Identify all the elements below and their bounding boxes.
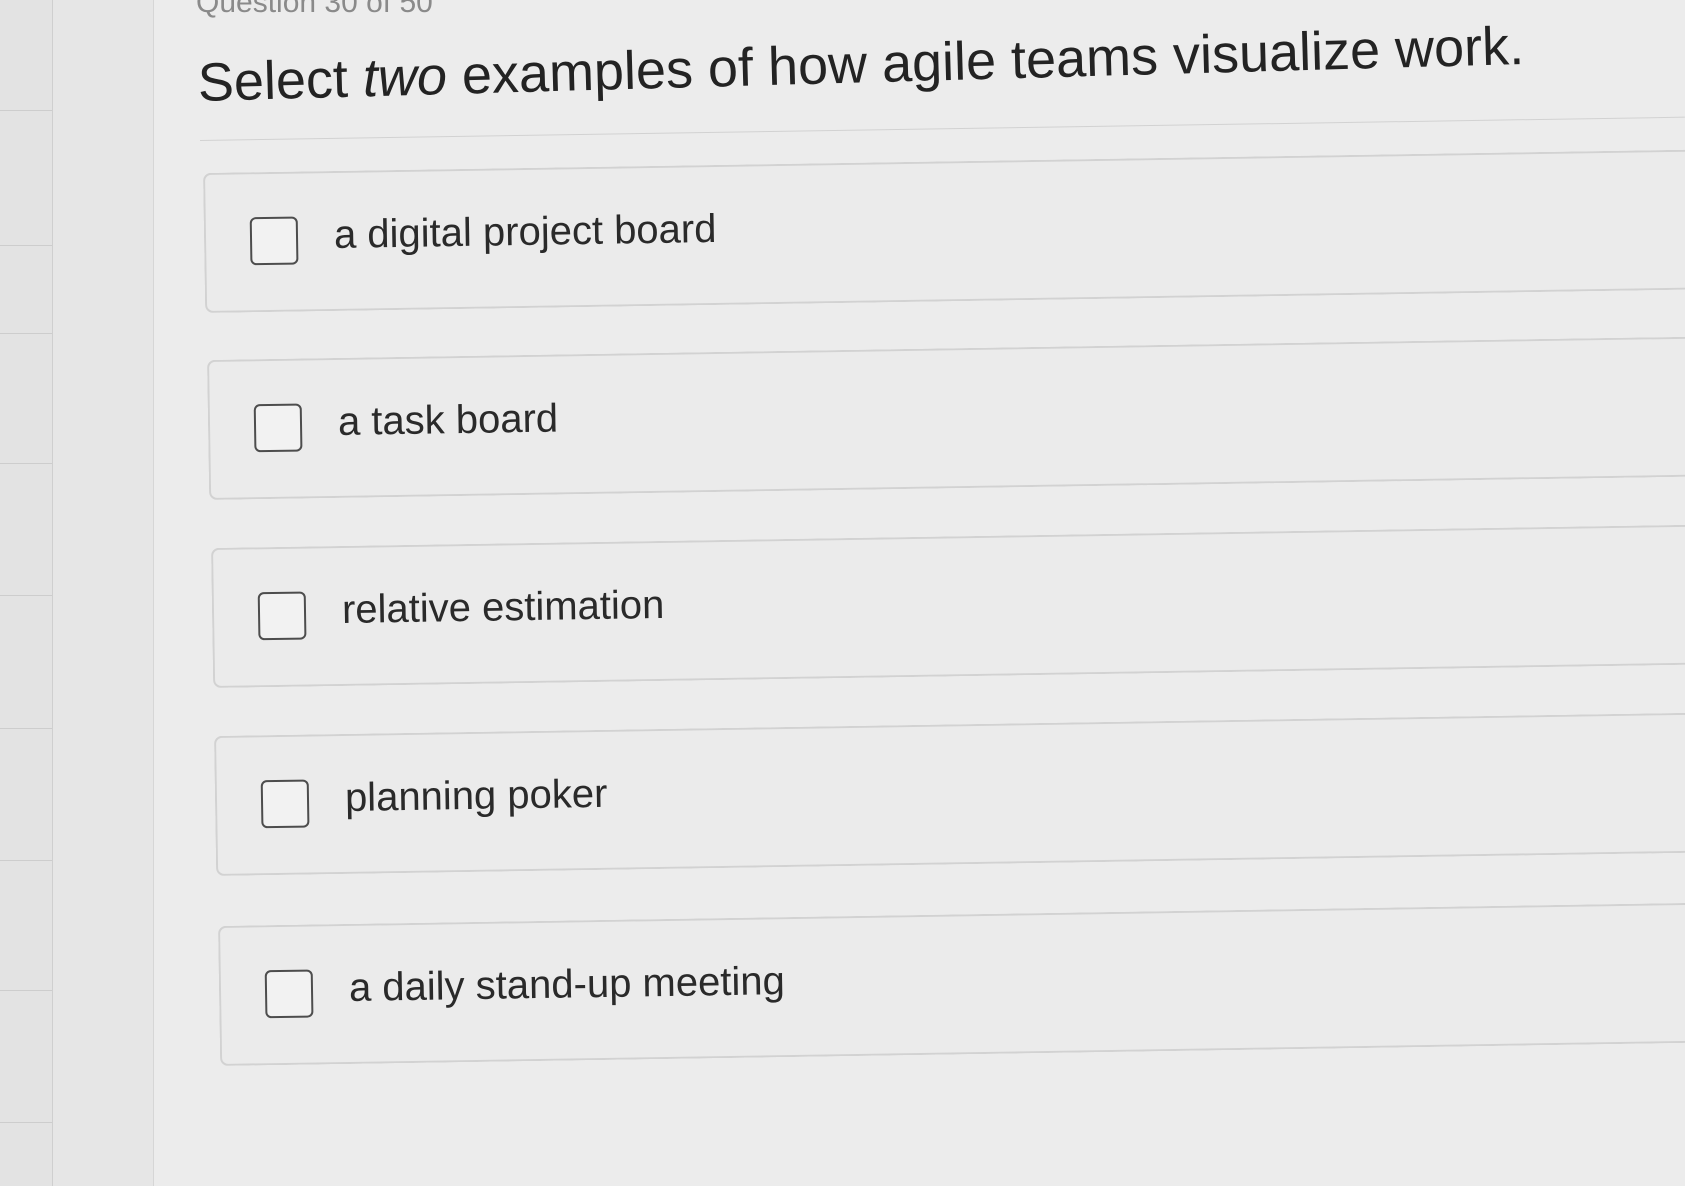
question-text-start: Select xyxy=(197,48,364,113)
option-digital-project-board[interactable]: a digital project board xyxy=(203,149,1685,313)
checkbox[interactable] xyxy=(264,969,314,1019)
question-counter: Question 30 of 50 xyxy=(196,0,433,19)
option-relative-estimation[interactable]: relative estimation xyxy=(211,524,1685,688)
option-label: planning poker xyxy=(344,771,608,820)
checkbox[interactable] xyxy=(257,591,307,641)
question-emphasis: two xyxy=(362,46,448,109)
option-label: a daily stand-up meeting xyxy=(348,959,786,1010)
panel-divider xyxy=(0,860,52,861)
panel-divider xyxy=(0,990,52,991)
side-gutter xyxy=(53,0,154,1186)
option-label: a task board xyxy=(337,396,559,444)
option-daily-stand-up-meeting[interactable]: a daily stand-up meeting xyxy=(218,902,1685,1066)
panel-divider xyxy=(0,463,52,464)
checkbox[interactable] xyxy=(253,403,303,453)
panel-divider xyxy=(0,110,52,111)
panel-divider xyxy=(0,728,52,729)
checkbox[interactable] xyxy=(249,216,299,266)
checkbox[interactable] xyxy=(260,779,310,829)
option-label: relative estimation xyxy=(341,582,665,632)
option-planning-poker[interactable]: planning poker xyxy=(214,712,1685,876)
option-task-board[interactable]: a task board xyxy=(207,336,1685,500)
panel-divider xyxy=(0,333,52,334)
panel-divider xyxy=(0,245,52,246)
panel-divider xyxy=(0,595,52,596)
option-label: a digital project board xyxy=(333,206,717,257)
left-panel xyxy=(0,0,53,1186)
panel-divider xyxy=(0,1122,52,1123)
